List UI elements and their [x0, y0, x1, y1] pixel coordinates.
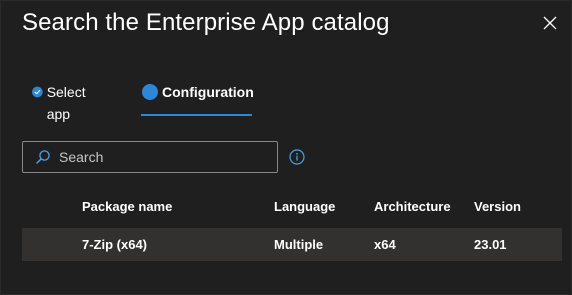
- active-tab-indicator: [141, 114, 252, 116]
- info-button[interactable]: [289, 149, 305, 165]
- dialog-panel: Search the Enterprise App catalog Select…: [0, 0, 572, 295]
- dialog-title: Search the Enterprise App catalog: [22, 9, 390, 36]
- column-header-architecture[interactable]: Architecture: [374, 199, 451, 214]
- search-box[interactable]: [22, 141, 278, 173]
- tab-configuration[interactable]: Configuration: [142, 81, 254, 117]
- column-header-language[interactable]: Language: [274, 199, 335, 214]
- tab-select-app-label: Select app: [46, 84, 86, 122]
- tab-select-app[interactable]: Select app: [32, 81, 91, 122]
- close-button[interactable]: [538, 11, 562, 35]
- info-icon: [289, 149, 305, 165]
- search-input[interactable]: [59, 149, 259, 165]
- cell-version: 23.01: [474, 237, 507, 252]
- filled-circle-icon: [142, 84, 158, 100]
- search-icon: [36, 150, 50, 164]
- cell-architecture: x64: [374, 237, 396, 252]
- checkmark-circle-icon: [32, 86, 43, 98]
- tab-configuration-label: Configuration: [162, 84, 254, 100]
- column-header-package-name[interactable]: Package name: [82, 199, 172, 214]
- cell-package-name: 7-Zip (x64): [82, 237, 148, 252]
- column-header-version[interactable]: Version: [474, 199, 521, 214]
- close-icon: [543, 16, 557, 30]
- cell-language: Multiple: [274, 237, 324, 252]
